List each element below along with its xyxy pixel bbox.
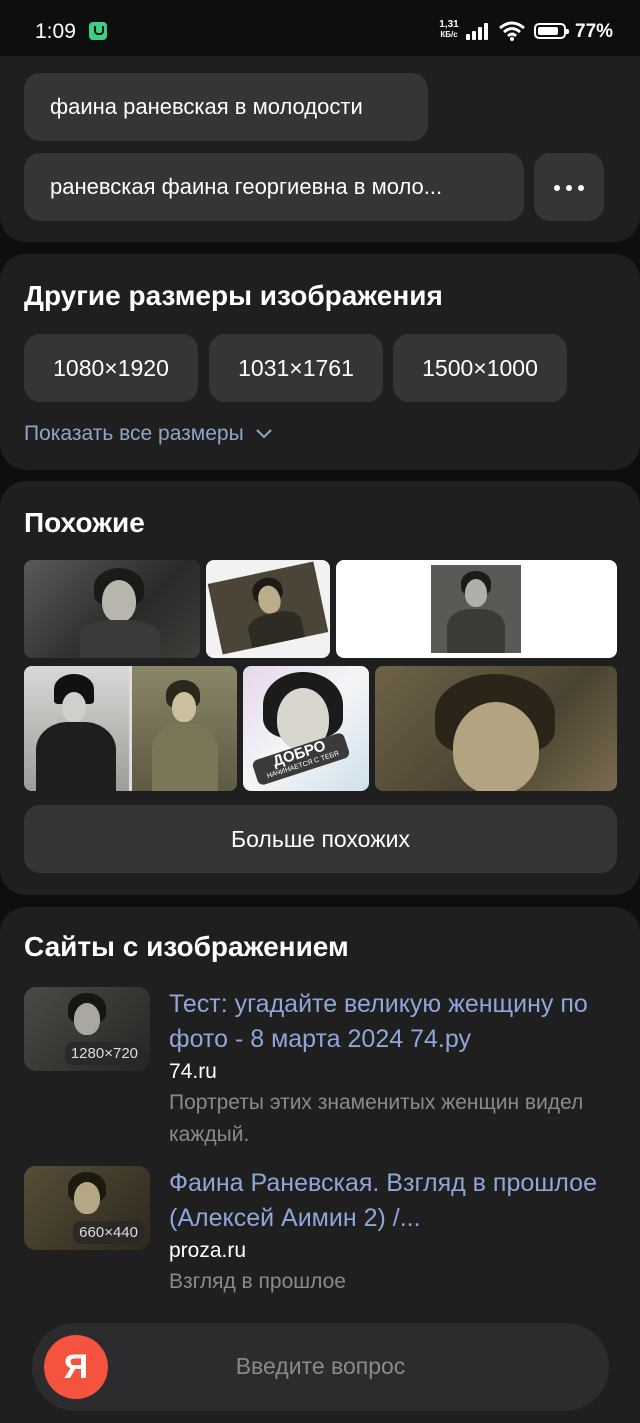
section-title: Похожие: [24, 507, 145, 538]
more-similar-button[interactable]: Больше похожих: [24, 805, 617, 873]
site-thumbnail[interactable]: 1280×720: [24, 987, 150, 1071]
section-title: Другие размеры изображения: [24, 280, 443, 311]
similar-image[interactable]: [375, 666, 617, 791]
yandex-logo-icon[interactable]: Я: [44, 1335, 108, 1399]
site-title-link[interactable]: Тест: угадайте великую женщину по фото -…: [169, 987, 609, 1057]
show-all-sizes-link[interactable]: Показать все размеры: [24, 422, 272, 446]
battery-icon: [534, 23, 569, 39]
related-query-chip[interactable]: фаина раневская в молодости: [24, 73, 428, 141]
cell-signal-icon: [466, 22, 492, 40]
status-time: 1:09: [35, 20, 76, 43]
battery-percent: 77%: [575, 21, 614, 42]
site-title-link[interactable]: Фаина Раневская. Взгляд в прошлое (Алекс…: [169, 1166, 609, 1236]
size-chip[interactable]: 1031×1761: [209, 334, 383, 402]
site-description: Портреты этих знаменитых женщин видел ка…: [169, 1091, 584, 1146]
network-speed: 1,31 КБ/с: [439, 19, 459, 40]
similar-image[interactable]: [24, 560, 200, 658]
ask-question-bar[interactable]: Введите вопрос Я: [32, 1323, 609, 1411]
image-size-badge: 660×440: [73, 1221, 144, 1244]
ask-input-placeholder[interactable]: Введите вопрос: [32, 1353, 609, 1380]
image-size-badge: 1280×720: [64, 1042, 144, 1065]
ellipsis-icon: [551, 178, 587, 196]
size-chip[interactable]: 1080×1920: [24, 334, 198, 402]
chevron-down-icon: [255, 429, 272, 439]
related-query-chip[interactable]: раневская фаина георгиевна в моло...: [24, 153, 524, 221]
size-chip[interactable]: 1500×1000: [393, 334, 567, 402]
section-title: Сайты с изображением: [24, 931, 349, 962]
more-queries-button[interactable]: [534, 153, 604, 221]
site-result[interactable]: 660×440 Фаина Раневская. Взгляд в прошло…: [24, 1166, 624, 1296]
site-result[interactable]: 1280×720 Тест: угадайте великую женщину …: [24, 987, 624, 1157]
status-bar: 1:09 1,31 КБ/с 77%: [0, 0, 640, 58]
similar-images-card: Похожие ДОБРО НАЧИНАЕТСЯ С ТЕБЯ Больше п…: [0, 481, 640, 895]
similar-image[interactable]: [24, 666, 237, 791]
site-domain: proza.ru: [169, 1239, 247, 1262]
similar-image[interactable]: [336, 560, 617, 658]
site-thumbnail[interactable]: 660×440: [24, 1166, 150, 1250]
site-domain: 74.ru: [169, 1060, 217, 1083]
related-queries-card: фаина раневская в молодости раневская фа…: [0, 56, 640, 242]
similar-image[interactable]: ДОБРО НАЧИНАЕТСЯ С ТЕБЯ: [243, 666, 369, 791]
notification-app-icon: [89, 22, 107, 40]
site-description: Взгляд в прошлое: [169, 1270, 346, 1293]
wifi-icon: [499, 21, 525, 41]
other-sizes-card: Другие размеры изображения 1080×1920 103…: [0, 254, 640, 470]
similar-image[interactable]: [206, 560, 330, 658]
